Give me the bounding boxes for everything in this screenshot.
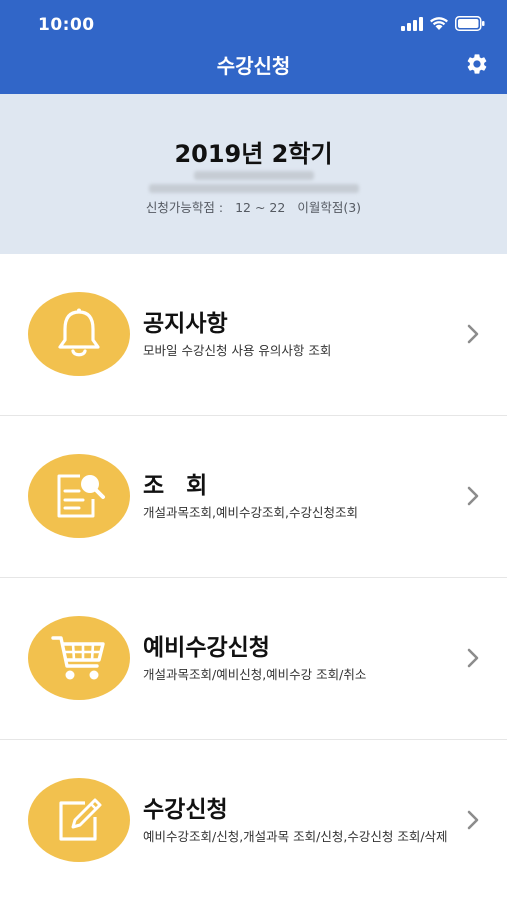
semester-title: 2019년 2학기 <box>174 140 333 168</box>
menu-text: 조회 개설과목조회,예비수강조회,수강신청조회 <box>143 472 451 522</box>
menu-title: 조회 <box>143 473 230 499</box>
menu-subtitle: 예비수강조회/신청,개설과목 조회/신청,수강신청 조회/삭제 <box>143 829 448 844</box>
gear-icon <box>467 54 487 74</box>
semester-panel: 2019년 2학기 신청가능학점 : 12 ~ 22 이월학점(3) <box>0 94 507 254</box>
page-title: 수강신청 <box>216 54 291 78</box>
menu-text: 수강신청 예비수강조회/신청,개설과목 조회/신청,수강신청 조회/삭제 <box>143 796 451 846</box>
search-document-icon <box>57 474 105 518</box>
menu-subtitle: 모바일 수강신청 사용 유의사항 조회 <box>143 343 332 358</box>
menu-item-registration[interactable]: 수강신청 예비수강조회/신청,개설과목 조회/신청,수강신청 조회/삭제 <box>0 740 507 900</box>
menu-subtitle: 개설과목조회/예비신청,예비수강 조회/취소 <box>143 667 367 682</box>
search-document-icon-circle <box>28 454 130 538</box>
cart-icon-circle <box>28 616 130 700</box>
redacted-info <box>148 184 359 193</box>
carryover-credits: 이월학점(3) <box>297 200 362 215</box>
status-time: 10:00 <box>38 15 95 35</box>
menu-item-pre-registration[interactable]: 예비수강신청 개설과목조회/예비신청,예비수강 조회/취소 <box>0 578 507 740</box>
menu-text: 공지사항 모바일 수강신청 사용 유의사항 조회 <box>143 310 451 360</box>
chevron-right-icon <box>467 648 479 668</box>
menu-title: 수강신청 <box>143 797 228 823</box>
menu-title: 예비수강신청 <box>143 635 270 661</box>
settings-button[interactable] <box>463 50 491 78</box>
app-header: 10:00 수강신청 <box>0 0 507 94</box>
bell-icon-circle <box>28 292 130 376</box>
credits-label: 신청가능학점 : <box>145 200 224 215</box>
menu-text: 예비수강신청 개설과목조회/예비신청,예비수강 조회/취소 <box>143 634 451 684</box>
menu-item-inquiry[interactable]: 조회 개설과목조회,예비수강조회,수강신청조회 <box>0 416 507 578</box>
chevron-right-icon <box>467 324 479 344</box>
credits-range: 12 ~ 22 <box>235 200 286 215</box>
cart-icon <box>51 636 105 680</box>
app-screen: 10:00 수강신청 2019년 2학기 신청가능학점: 12 ~ 22 이월… <box>0 0 507 900</box>
redacted-name <box>193 171 314 180</box>
edit-icon-circle <box>28 778 130 862</box>
menu-subtitle: 개설과목조회,예비수강조회,수강신청조회 <box>143 505 358 520</box>
chevron-right-icon <box>467 810 479 830</box>
chevron-right-icon <box>467 486 479 506</box>
status-icons <box>401 16 485 31</box>
credits-info: 신청가능학점 : 12 ~ 22 이월학점(3) <box>0 197 507 216</box>
wifi-icon <box>430 17 448 30</box>
menu-item-notice[interactable]: 공지사항 모바일 수강신청 사용 유의사항 조회 <box>0 254 507 416</box>
menu-title: 공지사항 <box>143 311 228 337</box>
bell-icon <box>58 308 100 357</box>
battery-icon <box>455 16 485 31</box>
edit-icon <box>59 798 102 841</box>
main-menu: 공지사항 모바일 수강신청 사용 유의사항 조회 조회 개설과목조회,예비수강조… <box>0 254 507 900</box>
signal-icon <box>401 16 423 31</box>
